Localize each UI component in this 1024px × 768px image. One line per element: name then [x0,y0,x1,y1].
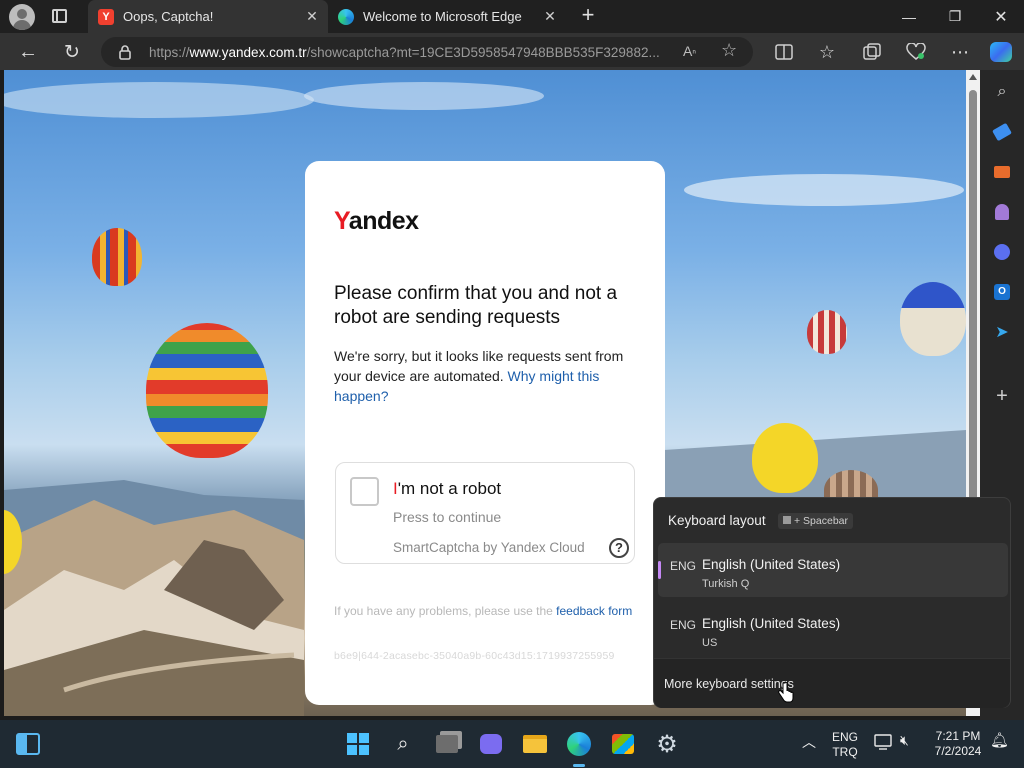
profile-avatar[interactable] [9,4,35,30]
restore-button[interactable]: ❐ [932,0,978,33]
flyout-footer: More keyboard settings [654,658,1010,708]
refresh-button[interactable]: ↻ [56,36,88,68]
clock-date: 7/2/2024 [934,744,982,758]
keyboard-layout-flyout: Keyboard layout + Spacebar ENG English (… [653,497,1011,708]
edge-taskbar-icon[interactable] [565,730,593,758]
more-keyboard-settings-link[interactable]: More keyboard settings [664,677,794,691]
copilot-sidebar-icon[interactable] [990,240,1014,264]
search-taskbar-icon[interactable]: ⌕ [389,730,417,758]
url-text[interactable]: https://www.yandex.com.tr/showcaptcha?mt… [149,45,669,60]
tools-icon[interactable] [990,160,1014,184]
add-sidebar-icon[interactable]: + [990,384,1014,408]
layout-variant: Turkish Q [702,578,750,590]
layout-code: ENG [670,559,697,573]
feedback-note: If you have any problems, please use the… [334,604,633,618]
settings-gear-icon[interactable]: ⚙ [653,730,681,758]
active-app-indicator [573,764,585,767]
minimize-button[interactable]: — [886,0,932,33]
collections-icon[interactable] [856,36,888,68]
network-icon[interactable] [874,734,892,754]
layout-option-turkish-q[interactable]: ENG English (United States) Turkish Q [658,543,1008,597]
hot-air-balloon-image [900,282,966,356]
layout-code: TRQ [832,745,858,759]
layout-variant: US [702,637,718,649]
not-a-robot-widget[interactable]: I'm not a robot Press to continue SmartC… [335,462,635,564]
selected-indicator [658,561,661,579]
read-aloud-icon[interactable]: Aⁿ [683,43,696,59]
file-explorer-icon[interactable] [521,730,549,758]
address-bar[interactable]: https://www.yandex.com.tr/showcaptcha?mt… [101,37,753,67]
windows-taskbar: ⌕ ⚙ ︿ ENG TRQ 🔇︎ 7:21 PM 7/2/2024 🔔︎ [0,720,1024,768]
settings-more-icon[interactable]: ⋯ [944,36,976,68]
captcha-description: We're sorry, but it looks like requests … [334,348,624,404]
tab-strip: Y Oops, Captcha! ✕ Welcome to Microsoft … [0,0,1024,33]
windows-key-icon [783,516,791,524]
captcha-heading: Please confirm that you and not a robot … [334,283,618,328]
language-code: ENG [831,730,858,744]
hot-air-balloon-image [92,228,142,286]
hot-air-balloon-image [752,423,818,493]
yandex-favicon-icon: Y [98,8,114,25]
shopping-tag-icon[interactable] [990,120,1014,144]
clock[interactable]: 7:21 PM 7/2/2024 [928,729,988,759]
hand-cursor-icon [778,682,794,703]
press-to-continue-text: Press to continue [393,509,502,525]
feedback-form-link[interactable]: feedback form [556,604,632,618]
outlook-icon[interactable]: O [990,280,1014,304]
tab-welcome-edge[interactable]: Welcome to Microsoft Edge ✕ [330,0,566,33]
close-window-button[interactable]: ✕ [978,0,1024,33]
show-hidden-icons-chevron[interactable]: ︿ [802,735,816,750]
keyboard-layout-header: Keyboard layout [668,513,766,528]
input-language-indicator[interactable]: ENG TRQ [828,730,862,760]
layout-option-us[interactable]: ENG English (United States) US [658,602,1008,656]
split-screen-icon[interactable] [768,36,800,68]
layout-name: English (United States) [702,557,841,572]
microsoft-store-icon[interactable] [609,730,637,758]
clock-time: 7:21 PM [935,729,981,743]
help-question-icon[interactable]: ? [609,538,629,558]
not-a-robot-checkbox[interactable] [350,477,379,506]
start-windows-icon[interactable] [344,730,372,758]
hot-air-balloon-image [146,323,268,458]
tab-title: Welcome to Microsoft Edge [363,9,522,24]
favorites-icon[interactable]: ☆ [811,36,843,68]
hot-air-balloon-image [807,310,847,354]
captcha-card: Yandex Please confirm that you and not a… [305,161,665,705]
edge-favicon-icon [338,8,354,25]
request-id-text: b6e9|644-2acasebc-35040a9b-60c43d15:1719… [334,650,615,662]
games-icon[interactable] [990,200,1014,224]
layout-code: ENG [670,618,697,632]
browser-essentials-icon[interactable] [900,36,932,68]
close-tab-icon[interactable]: ✕ [304,8,320,24]
back-button[interactable]: ← [12,36,44,68]
volume-muted-icon[interactable]: 🔇︎ [900,733,909,748]
search-icon[interactable]: ⌕ [990,80,1014,104]
tab-title: Oops, Captcha! [123,9,214,24]
yandex-logo: Yandex [334,207,419,235]
layout-name: English (United States) [702,616,841,631]
send-icon[interactable]: ➤ [990,320,1014,344]
notification-bell-icon[interactable]: 🔔︎ [990,733,1009,748]
lock-icon[interactable] [118,44,132,60]
copilot-icon[interactable] [985,36,1017,68]
shortcut-hint: + Spacebar [778,513,853,529]
teams-chat-icon[interactable] [477,730,505,758]
smartcaptcha-credit: SmartCaptcha by Yandex Cloud [393,540,585,555]
tab-actions-icon[interactable] [52,9,67,23]
favorite-star-icon[interactable]: ☆ [721,40,737,61]
tab-oops-captcha[interactable]: Y Oops, Captcha! ✕ [88,0,328,33]
close-tab-icon[interactable]: ✕ [542,8,558,24]
not-a-robot-label[interactable]: I'm not a robot [393,479,501,499]
task-view-icon[interactable] [14,730,42,758]
new-tab-button[interactable]: + [576,4,600,28]
task-view-windows-icon[interactable] [433,730,461,758]
